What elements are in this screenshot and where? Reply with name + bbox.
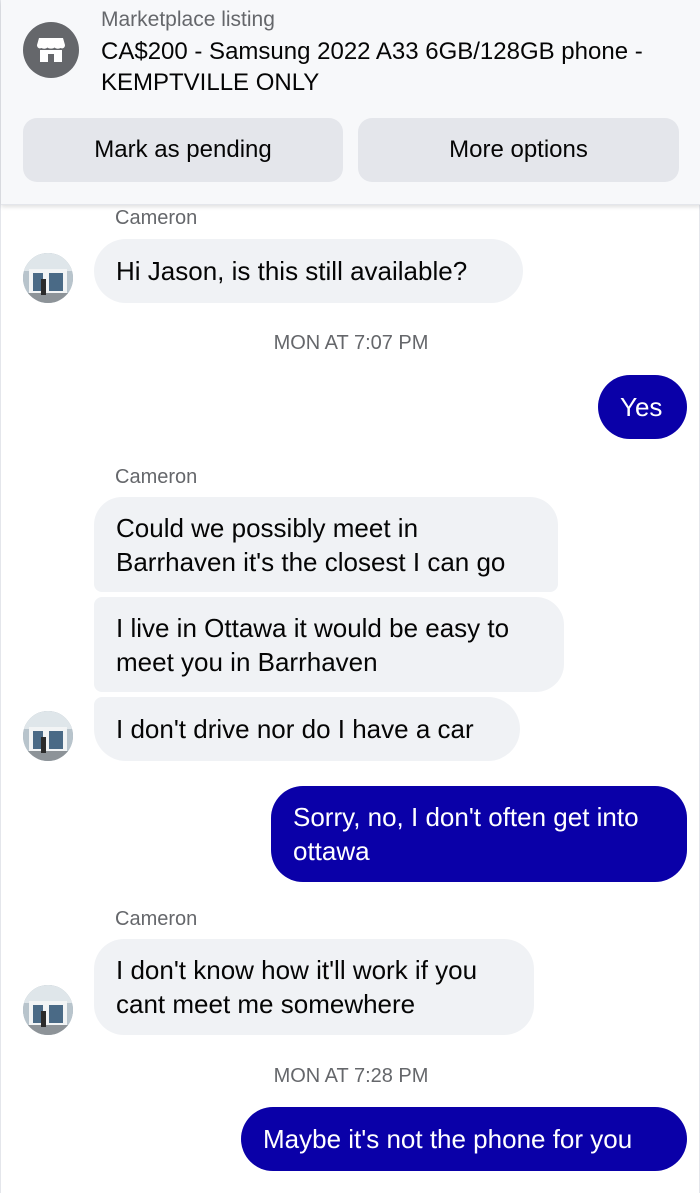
timestamp: MON AT 7:07 PM [273, 332, 429, 354]
listing-label: Marketplace listing [101, 8, 275, 31]
avatar[interactable] [23, 711, 73, 761]
sender-name: Cameron [115, 207, 198, 229]
listing-title[interactable]: CA$200 - Samsung 2022 A33 6GB/128GB phon… [101, 36, 681, 98]
outgoing-message[interactable]: Yes [598, 375, 687, 439]
incoming-message[interactable]: Hi Jason, is this still available? [94, 239, 523, 303]
shop-icon[interactable] [23, 22, 79, 78]
incoming-message[interactable]: I live in Ottawa it would be easy to mee… [94, 597, 564, 692]
incoming-message[interactable]: I don't know how it'll work if you cant … [94, 939, 534, 1035]
sender-name: Cameron [115, 466, 198, 488]
outgoing-message[interactable]: Sorry, no, I don't often get into ottawa [271, 786, 687, 882]
avatar[interactable] [23, 253, 73, 303]
timestamp: MON AT 7:28 PM [273, 1065, 429, 1087]
avatar[interactable] [23, 985, 73, 1035]
incoming-message[interactable]: Could we possibly meet in Barrhaven it's… [94, 497, 558, 592]
more-options-button[interactable]: More options [358, 118, 679, 182]
listing-header: Marketplace listing CA$200 - Samsung 202… [1, 0, 700, 205]
incoming-message[interactable]: I don't drive nor do I have a car [94, 697, 520, 761]
outgoing-message[interactable]: Maybe it's not the phone for you [241, 1107, 687, 1171]
sender-name: Cameron [115, 908, 198, 930]
mark-as-pending-button[interactable]: Mark as pending [23, 118, 343, 182]
